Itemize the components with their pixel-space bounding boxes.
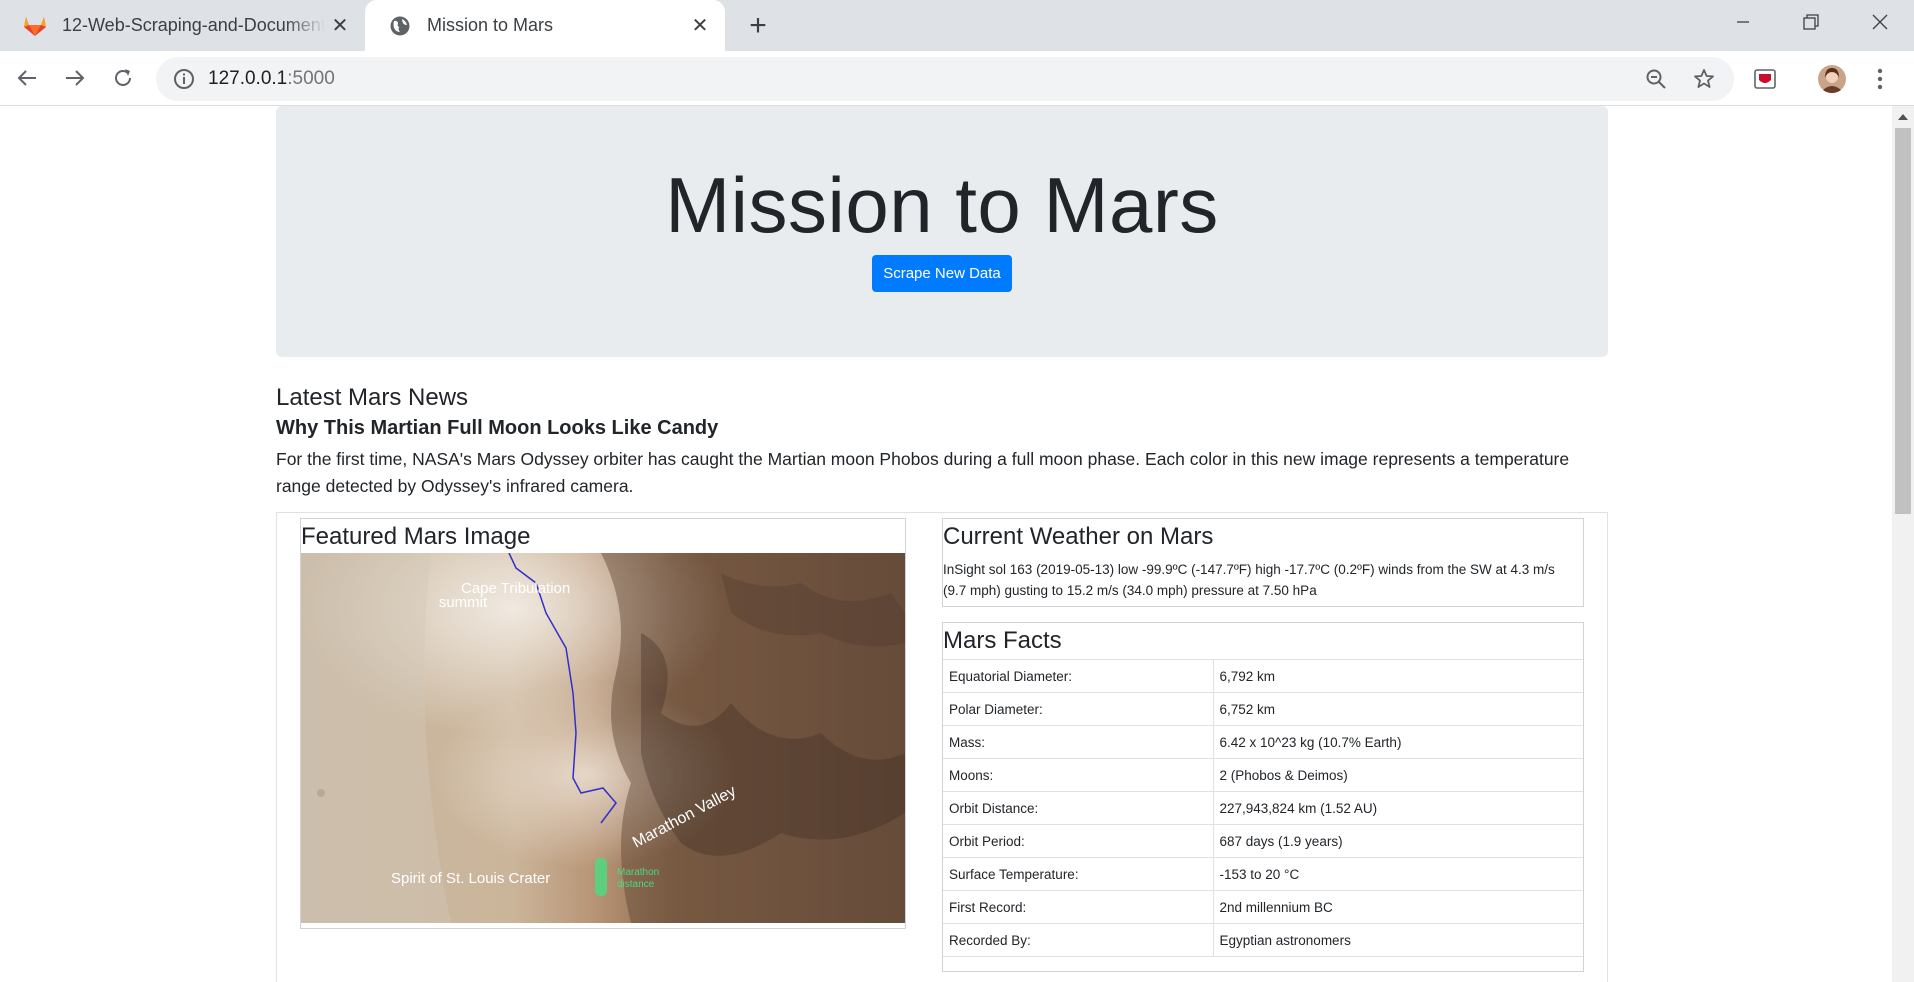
weather-heading: Current Weather on Mars [943,523,1214,550]
table-row: Orbit Distance: 227,943,824 km (1.52 AU) [943,791,1583,825]
distance-label: distance [617,879,655,890]
fact-value: 2 (Phobos & Deimos) [1213,758,1583,792]
back-arrow-icon[interactable] [10,61,44,95]
news-title: Why This Martian Full Moon Looks Like Ca… [276,417,719,439]
globe-icon [387,13,413,39]
reload-icon[interactable] [106,61,140,95]
crater-label: Spirit of St. Louis Crater [391,870,550,887]
close-window-icon[interactable] [1846,0,1914,44]
fact-label: Surface Temperature: [943,857,1214,891]
gitlab-icon [22,13,48,39]
browser-toolbar: 127.0.0.1:5000 [0,51,1914,106]
address-bar[interactable]: 127.0.0.1:5000 [156,57,1734,101]
zoom-out-icon[interactable] [1644,67,1668,91]
url-port: :5000 [287,68,335,89]
fact-label: Equatorial Diameter: [943,659,1214,693]
extension-icon[interactable] [1749,63,1781,95]
new-tab-button[interactable]: + [742,9,774,42]
menu-kebab-icon[interactable] [1864,63,1896,95]
fact-label: First Record: [943,890,1214,924]
tab-mission-to-mars[interactable]: Mission to Mars ✕ [365,0,725,51]
tab-strip: 12-Web-Scraping-and-Document ✕ Mission t… [0,0,1914,51]
fact-label: Recorded By: [943,923,1214,957]
table-row: Polar Diameter: 6,752 km [943,692,1583,726]
forward-arrow-icon[interactable] [58,61,92,95]
mars-facts-card: Mars Facts Equatorial Diameter: 6,792 km … [942,622,1584,972]
fact-value: 687 days (1.9 years) [1213,824,1583,858]
marathon-label: Marathon [617,867,659,878]
fact-value: -153 to 20 °C [1213,857,1583,891]
page-title: Mission to Mars [665,161,1219,249]
fact-label: Moons: [943,758,1214,792]
tab-title: Mission to Mars [427,15,554,35]
url-host: 127.0.0.1 [208,68,288,89]
fact-value: 6,752 km [1213,692,1583,726]
close-tab-icon[interactable]: ✕ [325,11,355,41]
weather-card: Current Weather on Mars InSight sol 163 … [942,518,1584,607]
table-row: Mass: 6.42 x 10^23 kg (10.7% Earth) [943,725,1583,759]
weather-text: InSight sol 163 (2019-05-13) low -99.9ºC… [943,562,1555,598]
summit-label: summit [439,594,488,611]
scrollbar-thumb[interactable] [1895,128,1911,514]
close-tab-icon[interactable]: ✕ [685,11,715,41]
restore-icon[interactable] [1777,0,1845,44]
fact-value: 227,943,824 km (1.52 AU) [1213,791,1583,825]
scroll-up-arrow-icon[interactable] [1892,106,1914,128]
fact-label: Orbit Distance: [943,791,1214,825]
scrape-new-data-button[interactable]: Scrape New Data [872,255,1012,292]
page-viewport: Mission to Mars Scrape New Data Latest M… [0,106,1892,982]
fact-label: Mass: [943,725,1214,759]
table-row: First Record: 2nd millennium BC [943,890,1583,924]
table-row: Recorded By: Egyptian astronomers [943,923,1583,957]
news-heading: Latest Mars News [276,384,469,411]
fact-value: 6,792 km [1213,659,1583,693]
news-paragraph: For the first time, NASA's Mars Odyssey … [276,449,1570,496]
mars-facts-table: Equatorial Diameter: 6,792 km Polar Diame… [943,659,1583,957]
fact-value: 6.42 x 10^23 kg (10.7% Earth) [1213,725,1583,759]
avatar[interactable] [1816,63,1848,95]
table-row: Orbit Period: 687 days (1.9 years) [943,824,1583,858]
bookmark-star-icon[interactable] [1692,67,1716,91]
featured-image-card: Featured Mars Image Cape Tribulation sum… [300,518,906,929]
mars-facts-heading: Mars Facts [943,627,1062,654]
fact-label: Polar Diameter: [943,692,1214,726]
featured-image-heading: Featured Mars Image [301,523,531,550]
info-icon[interactable] [172,67,196,91]
url-text[interactable]: 127.0.0.1:5000 [208,57,335,101]
fact-value: 2nd millennium BC [1213,890,1583,924]
fact-label: Orbit Period: [943,824,1214,858]
table-row: Equatorial Diameter: 6,792 km [943,659,1583,693]
minimize-icon[interactable] [1709,0,1777,44]
page-scrollbar[interactable] [1892,106,1914,982]
tab-title: 12-Web-Scraping-and-Document [62,15,325,35]
table-row: Moons: 2 (Phobos & Deimos) [943,758,1583,792]
table-row: Surface Temperature: -153 to 20 °C [943,857,1583,891]
jumbotron: Mission to Mars Scrape New Data [276,106,1608,357]
featured-mars-image[interactable]: Cape Tribulation summit Marathon Valley … [301,553,905,923]
fact-value: Egyptian astronomers [1213,923,1583,957]
tab-gitlab[interactable]: 12-Web-Scraping-and-Document ✕ [0,0,365,51]
